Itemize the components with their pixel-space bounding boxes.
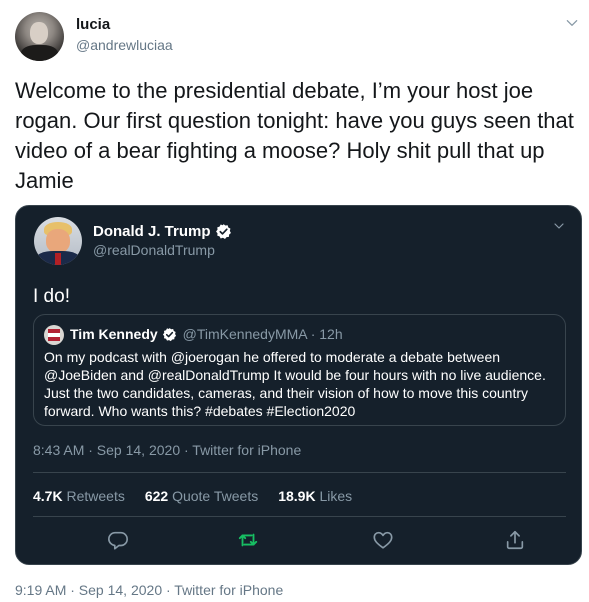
retweets-label: Retweets [66,488,125,504]
verified-icon [162,327,176,341]
author-name[interactable]: lucia [76,16,110,33]
retweets-count: 4.7K [33,488,63,504]
quoted-author-meta: @TimKennedyMMA · 12h [182,326,343,342]
retweets-stat[interactable]: 4.7K Retweets [33,488,125,504]
quoted-tweet[interactable]: Tim Kennedy @TimKennedyMMA · 12h On my p… [33,314,566,426]
quoted-tweet-header: Tim Kennedy @TimKennedyMMA · 12h [70,326,343,342]
reply-icon[interactable] [107,529,129,551]
embedded-tweet-text: I do! [33,286,70,307]
tweet-timestamp[interactable]: 9:19 AM · Sep 14, 2020 · Twitter for iPh… [15,582,283,598]
quoted-author-name: Tim Kennedy [70,326,158,342]
embedded-author-name-row[interactable]: Donald J. Trump [93,223,232,240]
divider [33,516,566,517]
action-bar [33,529,566,553]
likes-count: 18.9K [278,488,316,504]
tweet-text: Welcome to the presidential debate, I’m … [15,78,574,193]
engagement-stats: 4.7K Retweets 622 Quote Tweets 18.9K Lik… [33,488,352,504]
quotes-label: Quote Tweets [172,488,259,504]
likes-stat[interactable]: 18.9K Likes [278,488,352,504]
verified-icon [215,224,231,239]
embedded-author-handle[interactable]: @realDonaldTrump [93,242,215,258]
embedded-tweet[interactable]: Donald J. Trump @realDonaldTrump I do! T… [15,205,582,565]
divider [33,472,566,473]
quoted-tweet-text: On my podcast with @joerogan he offered … [44,349,546,419]
share-icon[interactable] [504,529,526,551]
chevron-down-icon[interactable] [553,220,565,232]
author-avatar[interactable] [15,12,64,61]
likes-label: Likes [319,488,353,504]
embedded-timestamp[interactable]: 8:43 AM · Sep 14, 2020 · Twitter for iPh… [33,442,301,458]
chevron-down-icon[interactable] [565,16,579,30]
like-icon[interactable] [372,529,394,551]
author-handle[interactable]: @andrewluciaa [76,37,173,53]
quotes-count: 622 [144,488,169,504]
embedded-author-avatar[interactable] [34,217,82,265]
embedded-author-name[interactable]: Donald J. Trump [93,223,211,240]
retweet-icon[interactable] [237,529,259,551]
quoted-author-avatar [44,325,64,345]
quote-tweets-stat[interactable]: 622 Quote Tweets [145,488,258,504]
